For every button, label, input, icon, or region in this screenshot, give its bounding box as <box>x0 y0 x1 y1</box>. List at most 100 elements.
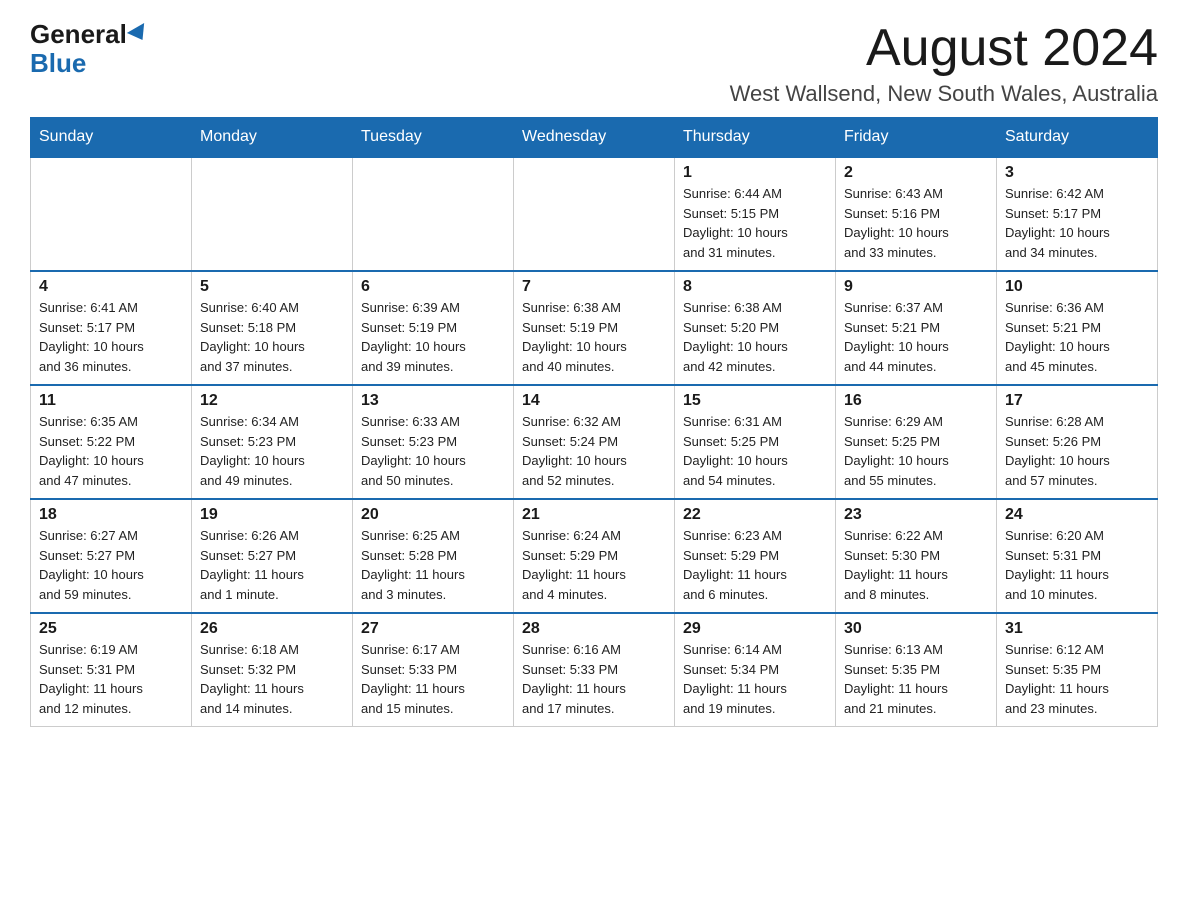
calendar-cell: 23 Sunrise: 6:22 AMSunset: 5:30 PMDayligh… <box>836 499 997 613</box>
day-number: 15 <box>683 392 827 410</box>
day-info: Sunrise: 6:20 AMSunset: 5:31 PMDaylight:… <box>1005 526 1149 604</box>
calendar-table: SundayMondayTuesdayWednesdayThursdayFrid… <box>30 117 1158 727</box>
day-number: 1 <box>683 164 827 182</box>
day-info: Sunrise: 6:26 AMSunset: 5:27 PMDaylight:… <box>200 526 344 604</box>
day-info: Sunrise: 6:29 AMSunset: 5:25 PMDaylight:… <box>844 412 988 490</box>
day-number: 7 <box>522 278 666 296</box>
day-info: Sunrise: 6:13 AMSunset: 5:35 PMDaylight:… <box>844 640 988 718</box>
day-number: 28 <box>522 620 666 638</box>
day-number: 6 <box>361 278 505 296</box>
calendar-cell: 14 Sunrise: 6:32 AMSunset: 5:24 PMDayligh… <box>514 385 675 499</box>
day-info: Sunrise: 6:37 AMSunset: 5:21 PMDaylight:… <box>844 298 988 376</box>
calendar-header-row: SundayMondayTuesdayWednesdayThursdayFrid… <box>31 118 1158 158</box>
day-info: Sunrise: 6:31 AMSunset: 5:25 PMDaylight:… <box>683 412 827 490</box>
calendar-cell <box>353 157 514 271</box>
day-number: 18 <box>39 506 183 524</box>
day-number: 27 <box>361 620 505 638</box>
calendar-cell: 22 Sunrise: 6:23 AMSunset: 5:29 PMDayligh… <box>675 499 836 613</box>
day-info: Sunrise: 6:38 AMSunset: 5:20 PMDaylight:… <box>683 298 827 376</box>
calendar-cell <box>192 157 353 271</box>
day-info: Sunrise: 6:23 AMSunset: 5:29 PMDaylight:… <box>683 526 827 604</box>
calendar-cell: 30 Sunrise: 6:13 AMSunset: 5:35 PMDayligh… <box>836 613 997 727</box>
page-header: General Blue August 2024 West Wallsend, … <box>30 20 1158 107</box>
calendar-cell: 8 Sunrise: 6:38 AMSunset: 5:20 PMDaylight… <box>675 271 836 385</box>
title-area: August 2024 West Wallsend, New South Wal… <box>730 20 1158 107</box>
location-title: West Wallsend, New South Wales, Australi… <box>730 81 1158 107</box>
day-number: 17 <box>1005 392 1149 410</box>
day-info: Sunrise: 6:28 AMSunset: 5:26 PMDaylight:… <box>1005 412 1149 490</box>
calendar-week-3: 11 Sunrise: 6:35 AMSunset: 5:22 PMDayligh… <box>31 385 1158 499</box>
calendar-cell: 11 Sunrise: 6:35 AMSunset: 5:22 PMDayligh… <box>31 385 192 499</box>
calendar-week-1: 1 Sunrise: 6:44 AMSunset: 5:15 PMDaylight… <box>31 157 1158 271</box>
calendar-cell: 3 Sunrise: 6:42 AMSunset: 5:17 PMDaylight… <box>997 157 1158 271</box>
calendar-header-sunday: Sunday <box>31 118 192 158</box>
day-info: Sunrise: 6:34 AMSunset: 5:23 PMDaylight:… <box>200 412 344 490</box>
day-info: Sunrise: 6:12 AMSunset: 5:35 PMDaylight:… <box>1005 640 1149 718</box>
day-number: 12 <box>200 392 344 410</box>
day-info: Sunrise: 6:24 AMSunset: 5:29 PMDaylight:… <box>522 526 666 604</box>
day-number: 31 <box>1005 620 1149 638</box>
calendar-header-thursday: Thursday <box>675 118 836 158</box>
calendar-header-wednesday: Wednesday <box>514 118 675 158</box>
day-info: Sunrise: 6:44 AMSunset: 5:15 PMDaylight:… <box>683 184 827 262</box>
day-number: 21 <box>522 506 666 524</box>
day-info: Sunrise: 6:18 AMSunset: 5:32 PMDaylight:… <box>200 640 344 718</box>
calendar-cell: 20 Sunrise: 6:25 AMSunset: 5:28 PMDayligh… <box>353 499 514 613</box>
calendar-cell: 16 Sunrise: 6:29 AMSunset: 5:25 PMDayligh… <box>836 385 997 499</box>
calendar-cell: 4 Sunrise: 6:41 AMSunset: 5:17 PMDaylight… <box>31 271 192 385</box>
calendar-cell: 10 Sunrise: 6:36 AMSunset: 5:21 PMDayligh… <box>997 271 1158 385</box>
day-number: 23 <box>844 506 988 524</box>
day-info: Sunrise: 6:41 AMSunset: 5:17 PMDaylight:… <box>39 298 183 376</box>
day-info: Sunrise: 6:42 AMSunset: 5:17 PMDaylight:… <box>1005 184 1149 262</box>
day-info: Sunrise: 6:38 AMSunset: 5:19 PMDaylight:… <box>522 298 666 376</box>
calendar-week-5: 25Sunrise: 6:19 AMSunset: 5:31 PMDayligh… <box>31 613 1158 727</box>
day-info: Sunrise: 6:22 AMSunset: 5:30 PMDaylight:… <box>844 526 988 604</box>
day-number: 3 <box>1005 164 1149 182</box>
day-number: 4 <box>39 278 183 296</box>
calendar-cell: 25Sunrise: 6:19 AMSunset: 5:31 PMDayligh… <box>31 613 192 727</box>
day-number: 9 <box>844 278 988 296</box>
day-number: 5 <box>200 278 344 296</box>
day-number: 14 <box>522 392 666 410</box>
calendar-cell: 13Sunrise: 6:33 AMSunset: 5:23 PMDayligh… <box>353 385 514 499</box>
day-number: 22 <box>683 506 827 524</box>
calendar-cell: 27 Sunrise: 6:17 AMSunset: 5:33 PMDayligh… <box>353 613 514 727</box>
logo-arrow-icon <box>127 23 151 45</box>
calendar-week-2: 4 Sunrise: 6:41 AMSunset: 5:17 PMDaylight… <box>31 271 1158 385</box>
calendar-header-monday: Monday <box>192 118 353 158</box>
day-number: 26 <box>200 620 344 638</box>
day-number: 30 <box>844 620 988 638</box>
day-info: Sunrise: 6:32 AMSunset: 5:24 PMDaylight:… <box>522 412 666 490</box>
calendar-cell: 21 Sunrise: 6:24 AMSunset: 5:29 PMDayligh… <box>514 499 675 613</box>
day-number: 13 <box>361 392 505 410</box>
day-info: Sunrise: 6:40 AMSunset: 5:18 PMDaylight:… <box>200 298 344 376</box>
calendar-header-tuesday: Tuesday <box>353 118 514 158</box>
calendar-cell: 19 Sunrise: 6:26 AMSunset: 5:27 PMDayligh… <box>192 499 353 613</box>
calendar-cell: 12 Sunrise: 6:34 AMSunset: 5:23 PMDayligh… <box>192 385 353 499</box>
calendar-cell: 1 Sunrise: 6:44 AMSunset: 5:15 PMDaylight… <box>675 157 836 271</box>
calendar-header-saturday: Saturday <box>997 118 1158 158</box>
day-number: 10 <box>1005 278 1149 296</box>
day-number: 29 <box>683 620 827 638</box>
day-number: 2 <box>844 164 988 182</box>
calendar-cell: 5 Sunrise: 6:40 AMSunset: 5:18 PMDaylight… <box>192 271 353 385</box>
calendar-cell: 9 Sunrise: 6:37 AMSunset: 5:21 PMDaylight… <box>836 271 997 385</box>
day-number: 20 <box>361 506 505 524</box>
day-info: Sunrise: 6:36 AMSunset: 5:21 PMDaylight:… <box>1005 298 1149 376</box>
day-info: Sunrise: 6:39 AMSunset: 5:19 PMDaylight:… <box>361 298 505 376</box>
calendar-cell: 28 Sunrise: 6:16 AMSunset: 5:33 PMDayligh… <box>514 613 675 727</box>
calendar-cell: 2 Sunrise: 6:43 AMSunset: 5:16 PMDaylight… <box>836 157 997 271</box>
day-number: 19 <box>200 506 344 524</box>
logo-blue-text: Blue <box>30 49 86 78</box>
month-title: August 2024 <box>730 20 1158 77</box>
day-info: Sunrise: 6:35 AMSunset: 5:22 PMDaylight:… <box>39 412 183 490</box>
day-info: Sunrise: 6:14 AMSunset: 5:34 PMDaylight:… <box>683 640 827 718</box>
day-info: Sunrise: 6:43 AMSunset: 5:16 PMDaylight:… <box>844 184 988 262</box>
calendar-cell: 29 Sunrise: 6:14 AMSunset: 5:34 PMDayligh… <box>675 613 836 727</box>
day-info: Sunrise: 6:17 AMSunset: 5:33 PMDaylight:… <box>361 640 505 718</box>
day-info: Sunrise: 6:16 AMSunset: 5:33 PMDaylight:… <box>522 640 666 718</box>
day-number: 8 <box>683 278 827 296</box>
day-number: 11 <box>39 392 183 410</box>
day-info: Sunrise: 6:25 AMSunset: 5:28 PMDaylight:… <box>361 526 505 604</box>
day-number: 16 <box>844 392 988 410</box>
